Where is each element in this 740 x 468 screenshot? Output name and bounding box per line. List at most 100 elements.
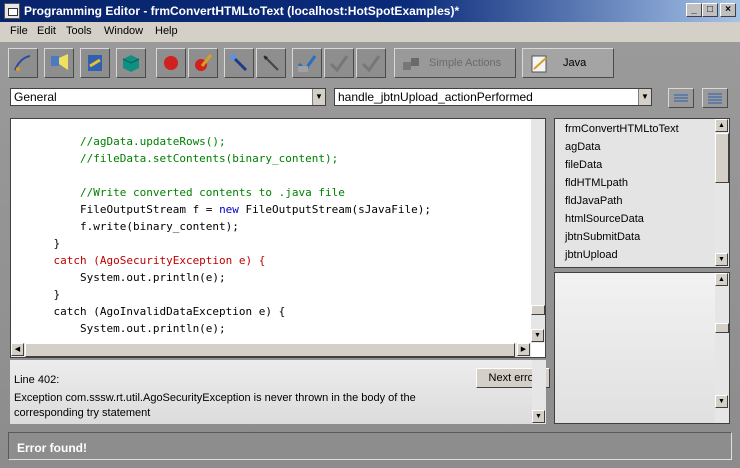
app-icon [4, 3, 20, 19]
list-item[interactable]: htmlSourceData [565, 213, 644, 225]
code-line-text: System.out.println(e); [27, 322, 226, 335]
scroll-down-button[interactable]: ▼ [531, 329, 544, 342]
import-icon [88, 55, 102, 71]
disabled-tool-button-1[interactable] [324, 48, 354, 78]
scroll-down-button[interactable]: ▼ [715, 395, 728, 408]
title-bar[interactable]: Programming Editor - frmConvertHTMLtoTex… [0, 0, 740, 22]
pen-icon [263, 55, 279, 71]
menu-tools[interactable]: Tools [66, 25, 92, 37]
lines-icon [708, 93, 722, 104]
cursor-icon [14, 55, 31, 71]
member-list-thumb[interactable] [715, 133, 729, 183]
cursor-tool-button[interactable] [8, 48, 38, 78]
code-keyword: new [219, 203, 239, 216]
status-bar: Error found! [8, 432, 732, 460]
scroll-left-button[interactable]: ◀ [11, 343, 24, 356]
editor-vscroll-thumb[interactable] [531, 305, 545, 315]
code-line[interactable] [27, 167, 431, 184]
simple-actions-label: Simple Actions [429, 57, 502, 69]
menu-edit[interactable]: Edit [37, 25, 56, 37]
edit-tool-button[interactable] [188, 48, 218, 78]
code-line[interactable]: //agData.updateRows(); [27, 133, 431, 150]
message-vertical-scrollbar[interactable]: ▼ [532, 360, 546, 424]
menu-help[interactable]: Help [155, 25, 178, 37]
import-tool-button[interactable] [80, 48, 110, 78]
code-line-text: f.write(binary_content); [27, 220, 239, 233]
scroll-down-button[interactable]: ▼ [532, 410, 545, 423]
list-item[interactable]: jbtnSubmitData [565, 231, 640, 243]
disabled-pen-icon [361, 55, 381, 73]
code-line[interactable]: } [27, 235, 431, 252]
minimize-button[interactable]: _ [686, 3, 702, 17]
disabled-tool-button-2[interactable] [356, 48, 386, 78]
menu-window[interactable]: Window [104, 25, 143, 37]
lines-icon [674, 94, 688, 102]
view-split-button[interactable] [668, 88, 694, 108]
component-tool-button[interactable] [116, 48, 146, 78]
simple-actions-button[interactable]: Simple Actions [394, 48, 516, 78]
member-list[interactable]: frmConvertHTMLtoText agData fileData fld… [554, 118, 730, 268]
editor-hscroll-thumb[interactable] [25, 343, 515, 357]
method-select[interactable]: handle_jbtnUpload_actionPerformed ▼ [334, 88, 652, 106]
code-line[interactable]: System.out.println(e); [27, 269, 431, 286]
properties-panel[interactable]: ▲ ▼ [554, 272, 730, 424]
list-item[interactable]: jbtnUpload [565, 249, 618, 261]
check-icon [297, 55, 317, 73]
scroll-down-button[interactable]: ▼ [715, 253, 728, 266]
list-item[interactable]: frmConvertHTMLtoText [565, 123, 679, 135]
scroll-up-button[interactable]: ▲ [715, 119, 728, 132]
disabled-check-icon [329, 55, 349, 73]
object-select[interactable]: General ▼ [10, 88, 326, 106]
code-line[interactable]: //Write converted contents to .java file [27, 184, 431, 201]
properties-thumb[interactable] [715, 323, 729, 333]
java-button[interactable]: Java [522, 48, 614, 78]
editor-vertical-scrollbar[interactable]: ▼ [531, 119, 545, 343]
wand-tool-button[interactable] [224, 48, 254, 78]
pen-tool-button[interactable] [256, 48, 286, 78]
spotlight-icon [51, 54, 68, 70]
list-item[interactable]: agData [565, 141, 600, 153]
cube-icon [122, 55, 140, 72]
scroll-up-button[interactable]: ▲ [715, 273, 728, 286]
close-button[interactable]: × [720, 3, 736, 17]
code-line-text: catch (AgoSecurityException e) { [27, 254, 266, 267]
error-text-line-1: Exception com.sssw.rt.util.AgoSecurityEx… [14, 392, 416, 404]
code-line[interactable]: f.write(binary_content); [27, 218, 431, 235]
error-text-line-2: corresponding try statement [14, 407, 151, 419]
menu-file[interactable]: File [10, 25, 28, 37]
code-line-rest: FileOutputStream(sJavaFile); [238, 203, 431, 216]
code-editor[interactable]: //agData.updateRows(); //fileData.setCon… [10, 118, 546, 358]
spotlight-tool-button[interactable] [44, 48, 74, 78]
object-select-value: General [14, 90, 57, 104]
code-line[interactable]: //fileData.setContents(binary_content); [27, 150, 431, 167]
code-line-text: FileOutputStream f = [27, 203, 220, 216]
properties-scrollbar[interactable]: ▲ ▼ [715, 273, 729, 423]
code-line-text: catch (AgoInvalidDataException e) { [27, 305, 286, 318]
member-list-scrollbar[interactable]: ▲ ▼ [715, 119, 729, 267]
list-item[interactable]: fldJavaPath [565, 195, 622, 207]
chevron-down-icon[interactable]: ▼ [638, 89, 651, 105]
status-text: Error found! [17, 441, 87, 455]
list-item[interactable]: fldHTMLpath [565, 177, 628, 189]
code-line[interactable]: System.out.println(e); [27, 320, 431, 337]
code-line[interactable]: FileOutputStream f = new FileOutputStrea… [27, 201, 431, 218]
error-message-panel: Line 402: Next error Exception com.sssw.… [10, 360, 550, 424]
code-line-text: System.out.println(e); [27, 271, 226, 284]
scroll-right-button[interactable]: ▶ [517, 343, 530, 356]
window-title: Programming Editor - frmConvertHTMLtoTex… [24, 4, 460, 18]
check-tool-button[interactable] [292, 48, 322, 78]
code-line[interactable]: catch (AgoSecurityException e) { [27, 252, 431, 269]
maximize-button[interactable]: □ [702, 3, 718, 17]
pencil-record-icon [195, 54, 213, 71]
chevron-down-icon[interactable]: ▼ [312, 89, 325, 105]
code-text[interactable]: //agData.updateRows(); //fileData.setCon… [27, 133, 431, 337]
editor-horizontal-scrollbar[interactable]: ◀ ▶ [11, 343, 531, 357]
code-line[interactable]: } [27, 286, 431, 303]
list-item[interactable]: fileData [565, 159, 602, 171]
blocks-icon [403, 58, 419, 70]
view-full-button[interactable] [702, 88, 728, 108]
code-line[interactable]: catch (AgoInvalidDataException e) { [27, 303, 431, 320]
code-line-text: //agData.updateRows(); [27, 135, 226, 148]
record-button[interactable] [156, 48, 186, 78]
